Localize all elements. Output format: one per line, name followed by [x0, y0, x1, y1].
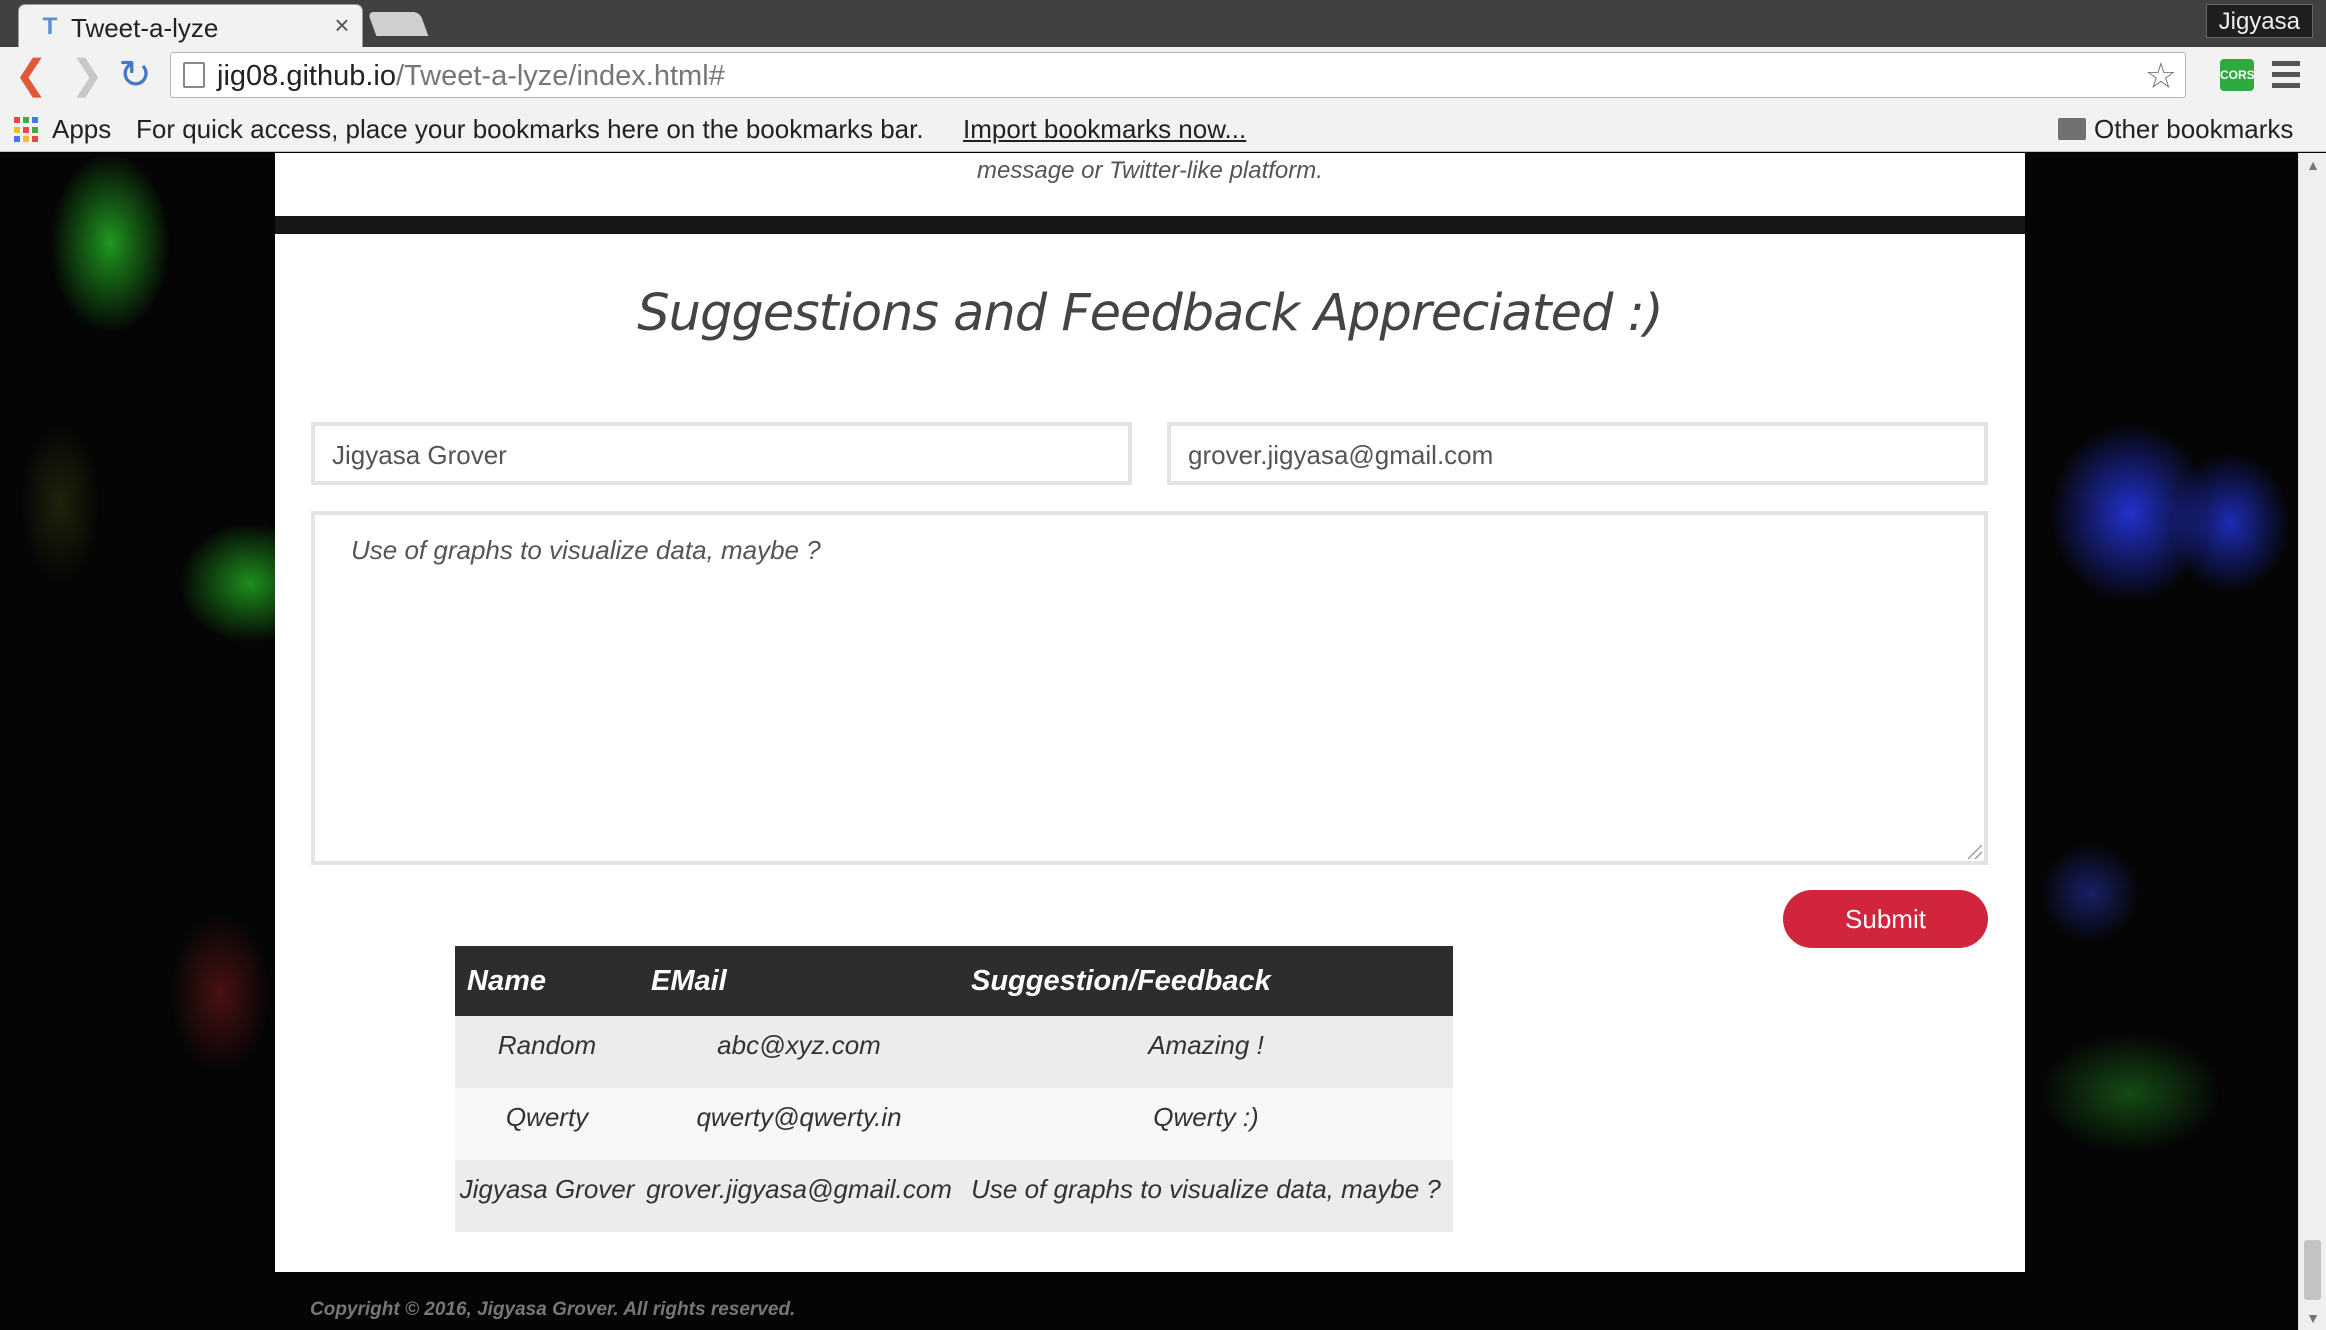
header-feedback: Suggestion/Feedback — [959, 946, 1453, 1016]
tweet-a-lyze-favicon-icon: T — [42, 13, 58, 40]
url-path: /Tweet-a-lyze/index.html# — [395, 60, 725, 92]
forward-button[interactable]: ❯ — [66, 54, 108, 96]
table-row: Qwerty qwerty@qwerty.in Qwerty :) — [455, 1088, 1453, 1160]
back-button[interactable]: ❮ — [10, 54, 52, 96]
page-icon — [183, 62, 205, 88]
header-name: Name — [455, 946, 639, 1016]
cors-extension-icon[interactable]: CORS — [2220, 59, 2255, 91]
other-bookmarks-button[interactable]: Other bookmarks — [2094, 114, 2293, 145]
table-header-row: Name EMail Suggestion/Feedback — [455, 946, 1453, 1016]
url-host: jig08.github.io — [217, 60, 396, 92]
previous-section-text: message or Twitter-like platform. — [977, 157, 1323, 184]
cell-name: Jigyasa Grover — [455, 1160, 639, 1232]
name-input[interactable]: Jigyasa Grover — [311, 422, 1132, 485]
apps-link[interactable]: Apps — [52, 114, 111, 145]
browser-toolbar: ❮ ❯ ↻ jig08.github.io/Tweet-a-lyze/index… — [0, 47, 2326, 106]
reload-button[interactable]: ↻ — [114, 54, 156, 96]
scroll-down-arrow-icon[interactable]: ▼ — [2299, 1306, 2326, 1330]
table-row: Random abc@xyz.com Amazing ! — [455, 1016, 1453, 1088]
apps-grid-icon[interactable] — [14, 117, 40, 143]
submit-button[interactable]: Submit — [1783, 890, 1988, 948]
folder-icon — [2058, 118, 2086, 140]
new-tab-button[interactable] — [367, 12, 429, 36]
address-bar[interactable]: jig08.github.io/Tweet-a-lyze/index.html#… — [170, 52, 2186, 98]
cell-name: Qwerty — [455, 1088, 639, 1160]
header-email: EMail — [639, 946, 959, 1016]
menu-icon[interactable] — [2272, 61, 2300, 89]
page-scrollbar[interactable]: ▲ ▼ — [2298, 153, 2326, 1330]
feedback-title: Suggestions and Feedback Appreciated :) — [637, 284, 1663, 343]
table-row: Jigyasa Grover grover.jigyasa@gmail.com … — [455, 1160, 1453, 1232]
import-bookmarks-link[interactable]: Import bookmarks now... — [963, 114, 1246, 145]
feedback-table: Name EMail Suggestion/Feedback Random ab… — [455, 946, 1453, 1232]
profile-button[interactable]: Jigyasa — [2205, 4, 2313, 38]
scroll-up-arrow-icon[interactable]: ▲ — [2299, 153, 2326, 177]
tab-title: Tweet-a-lyze — [71, 13, 219, 43]
feedback-textarea[interactable]: Use of graphs to visualize data, maybe ? — [311, 511, 1988, 865]
section-divider — [275, 216, 2025, 234]
browser-tab-bar: T Tweet-a-lyze × Jigyasa — [0, 0, 2326, 47]
cell-feedback: Use of graphs to visualize data, maybe ? — [959, 1160, 1453, 1232]
cell-email: qwerty@qwerty.in — [639, 1088, 959, 1160]
copyright-text: Copyright © 2016, Jigyasa Grover. All ri… — [310, 1299, 796, 1320]
feedback-textarea-value: Use of graphs to visualize data, maybe ? — [351, 535, 821, 565]
cell-name: Random — [455, 1016, 639, 1088]
resize-grip-icon[interactable] — [1968, 845, 1982, 859]
previous-section: message or Twitter-like platform. — [275, 153, 2025, 216]
bookmarks-bar: Apps For quick access, place your bookma… — [0, 106, 2326, 152]
email-input[interactable]: grover.jigyasa@gmail.com — [1167, 422, 1988, 485]
tab-close-icon[interactable]: × — [330, 12, 354, 38]
feedback-section: Suggestions and Feedback Appreciated :) … — [275, 234, 2025, 1272]
url-text[interactable]: jig08.github.io/Tweet-a-lyze/index.html# — [217, 60, 725, 93]
scrollbar-thumb[interactable] — [2304, 1240, 2321, 1300]
browser-tab-active[interactable]: T Tweet-a-lyze × — [18, 4, 363, 47]
cell-feedback: Qwerty :) — [959, 1088, 1453, 1160]
bookmarks-hint: For quick access, place your bookmarks h… — [136, 114, 924, 144]
page-viewport: message or Twitter-like platform. Sugges… — [0, 153, 2298, 1330]
bookmark-star-icon[interactable]: ☆ — [2145, 56, 2177, 96]
cell-email: grover.jigyasa@gmail.com — [639, 1160, 959, 1232]
cell-feedback: Amazing ! — [959, 1016, 1453, 1088]
cell-email: abc@xyz.com — [639, 1016, 959, 1088]
